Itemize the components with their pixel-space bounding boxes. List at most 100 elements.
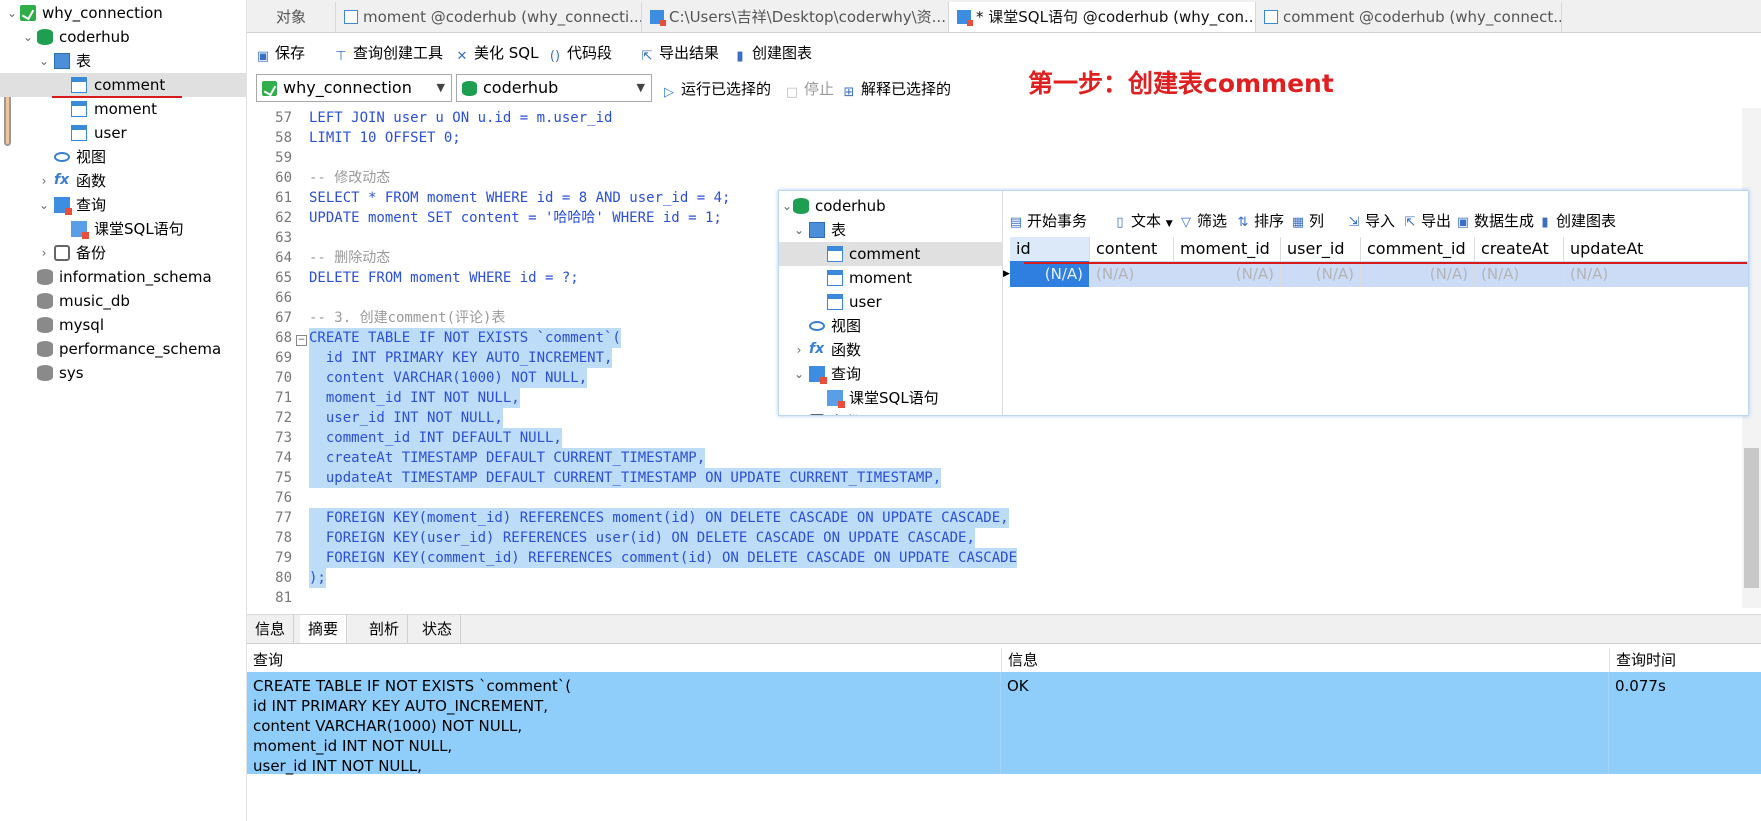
- overlay-tree-query-item[interactable]: 课堂SQL语句: [779, 386, 1002, 410]
- overlay-tree-queries-group[interactable]: ⌄ 查询: [779, 362, 1002, 386]
- chevron-right-icon[interactable]: ›: [791, 410, 807, 415]
- grid-cell-createat[interactable]: (N/A): [1475, 261, 1564, 287]
- tab-objects[interactable]: 对象: [247, 2, 336, 32]
- tree-queries-group[interactable]: ⌄ 查询: [0, 193, 246, 217]
- line-number: 58: [275, 130, 292, 146]
- column-header-moment-id[interactable]: moment_id: [1174, 237, 1281, 261]
- tree-tables-group[interactable]: ⌄ 表: [0, 49, 246, 73]
- result-cell-query: CREATE TABLE IF NOT EXISTS `comment`( id…: [247, 672, 1001, 775]
- tree-database-sys[interactable]: sys: [0, 361, 246, 385]
- tree-views-group[interactable]: 视图: [0, 145, 246, 169]
- create-chart-button[interactable]: ▮ 创建图表: [733, 40, 812, 66]
- result-tab-summary[interactable]: 摘要: [300, 615, 348, 643]
- text-view-button[interactable]: ▯ 文本 ▼: [1113, 210, 1172, 232]
- export-result-label: 导出结果: [659, 44, 720, 62]
- grid-cell-content[interactable]: (N/A): [1090, 261, 1174, 287]
- chevron-down-icon[interactable]: ⌄: [4, 1, 20, 25]
- overlay-create-chart-button[interactable]: ▮ 创建图表: [1538, 210, 1616, 232]
- tree-database-mysql[interactable]: mysql: [0, 313, 246, 337]
- grid-cell-id[interactable]: (N/A): [1010, 261, 1090, 287]
- chevron-down-icon[interactable]: ⌄: [791, 218, 807, 242]
- tree-database-music-db[interactable]: music_db: [0, 289, 246, 313]
- export-result-button[interactable]: ⇱ 导出结果: [640, 40, 719, 66]
- grid-row[interactable]: ▶ (N/A) (N/A) (N/A) (N/A) (N/A) (N/A) (N…: [1003, 261, 1748, 287]
- chevron-down-icon[interactable]: ⌄: [20, 25, 36, 49]
- fold-marker-icon[interactable]: −: [296, 335, 307, 346]
- column-header-comment-id[interactable]: comment_id: [1361, 237, 1475, 261]
- tree-backup-group[interactable]: › 备份: [0, 241, 246, 265]
- export-button[interactable]: ⇱ 导出: [1403, 210, 1451, 232]
- column-header-user-id[interactable]: user_id: [1281, 237, 1361, 261]
- overlay-tree-table-user[interactable]: user: [779, 290, 1002, 314]
- tab-class-sql[interactable]: * 课堂SQL语句 @coderhub (why_con...: [949, 2, 1256, 32]
- stop-button[interactable]: □ 停止: [785, 76, 834, 102]
- database-label: information_schema: [59, 268, 212, 286]
- tree-database-information-schema[interactable]: information_schema: [0, 265, 246, 289]
- filter-button[interactable]: ▽ 筛选: [1179, 210, 1227, 232]
- query-builder-button[interactable]: ⊤ 查询创建工具: [334, 40, 443, 66]
- chevron-down-icon[interactable]: ⌄: [36, 49, 52, 73]
- sort-label: 排序: [1254, 212, 1285, 230]
- overlay-tree-table-moment[interactable]: moment: [779, 266, 1002, 290]
- save-button[interactable]: ▣ 保存: [256, 40, 305, 66]
- export-icon: ⇱: [1404, 215, 1416, 230]
- tab-moment-table[interactable]: moment @coderhub (why_connecti...: [336, 2, 642, 32]
- code-snippet-button[interactable]: () 代码段: [548, 40, 612, 66]
- result-row[interactable]: CREATE TABLE IF NOT EXISTS `comment`( id…: [247, 672, 1761, 775]
- create-chart-label: 创建图表: [1556, 212, 1617, 230]
- overlay-tree-views-group[interactable]: 视图: [779, 314, 1002, 338]
- column-header-createat[interactable]: createAt: [1475, 237, 1564, 261]
- overlay-tree-table-comment[interactable]: comment: [779, 242, 1002, 266]
- connection-select[interactable]: why_connection ▼: [256, 74, 452, 102]
- tab-comment-table[interactable]: comment @coderhub (why_connect...: [1256, 2, 1562, 32]
- columns-button[interactable]: ▦ 列: [1291, 210, 1324, 232]
- tree-connection[interactable]: ⌄ why_connection: [0, 1, 246, 25]
- tree-table-user[interactable]: user: [0, 121, 246, 145]
- result-header-time[interactable]: 查询时间: [1609, 648, 1676, 672]
- result-header-info[interactable]: 信息: [1001, 648, 1038, 672]
- result-tab-status[interactable]: 状态: [414, 615, 462, 643]
- chevron-right-icon[interactable]: ›: [791, 338, 807, 362]
- chevron-down-icon[interactable]: ⌄: [791, 362, 807, 386]
- stop-icon: □: [785, 85, 799, 100]
- overlay-tree-functions-group[interactable]: › fx 函数: [779, 338, 1002, 362]
- overlay-tree-partial-item[interactable]: › 备份: [779, 410, 1002, 415]
- grid-cell-moment-id[interactable]: (N/A): [1174, 261, 1281, 287]
- chevron-down-icon[interactable]: ⌄: [36, 193, 52, 217]
- tables-group-label: 表: [831, 221, 847, 239]
- data-generation-button[interactable]: ▣ 数据生成: [1456, 210, 1534, 232]
- backup-icon: [809, 414, 825, 415]
- query-icon: [650, 10, 666, 26]
- explain-selected-button[interactable]: ⊞ 解释已选择的: [842, 76, 951, 102]
- column-header-updateat[interactable]: updateAt: [1564, 237, 1748, 261]
- tree-table-comment[interactable]: comment: [0, 73, 246, 97]
- editor-scrollbar-thumb[interactable]: [1744, 448, 1759, 588]
- grid-cell-user-id[interactable]: (N/A): [1281, 261, 1361, 287]
- overlay-tree-database[interactable]: ⌄ coderhub: [779, 194, 1002, 218]
- tree-functions-group[interactable]: › fx 函数: [0, 169, 246, 193]
- tree-database-coderhub[interactable]: ⌄ coderhub: [0, 25, 246, 49]
- tab-file-query[interactable]: C:\Users\吉祥\Desktop\coderwhy\资...: [642, 2, 949, 32]
- run-selected-button[interactable]: ▷ 运行已选择的: [662, 76, 771, 102]
- tree-table-moment[interactable]: moment: [0, 97, 246, 121]
- tree-database-performance-schema[interactable]: performance_schema: [0, 337, 246, 361]
- result-tab-info[interactable]: 信息: [247, 615, 295, 643]
- column-header-content[interactable]: content: [1090, 237, 1174, 261]
- import-button[interactable]: ⇲ 导入: [1347, 210, 1395, 232]
- code-line-selected: updateAt TIMESTAMP DEFAULT CURRENT_TIMES…: [309, 468, 942, 488]
- database-select[interactable]: coderhub ▼: [456, 74, 652, 102]
- result-tab-profile[interactable]: 剖析: [361, 615, 409, 643]
- grid-cell-comment-id[interactable]: (N/A): [1361, 261, 1475, 287]
- grid-cell-updateat[interactable]: (N/A): [1564, 261, 1748, 287]
- chevron-right-icon[interactable]: ›: [36, 169, 52, 193]
- begin-transaction-button[interactable]: ▤ 开始事务: [1009, 210, 1087, 232]
- result-header-query[interactable]: 查询: [247, 648, 283, 672]
- grid-header: id content moment_id user_id comment_id …: [1003, 237, 1748, 261]
- column-header-id[interactable]: id: [1010, 237, 1090, 261]
- overlay-tree-tables-group[interactable]: ⌄ 表: [779, 218, 1002, 242]
- chevron-right-icon[interactable]: ›: [36, 241, 52, 265]
- sort-button[interactable]: ⇅ 排序: [1236, 210, 1284, 232]
- code-line-selected: FOREIGN KEY(moment_id) REFERENCES moment…: [309, 508, 1009, 528]
- beautify-sql-button[interactable]: ✕ 美化 SQL: [455, 40, 539, 66]
- tree-query-item[interactable]: 课堂SQL语句: [0, 217, 246, 241]
